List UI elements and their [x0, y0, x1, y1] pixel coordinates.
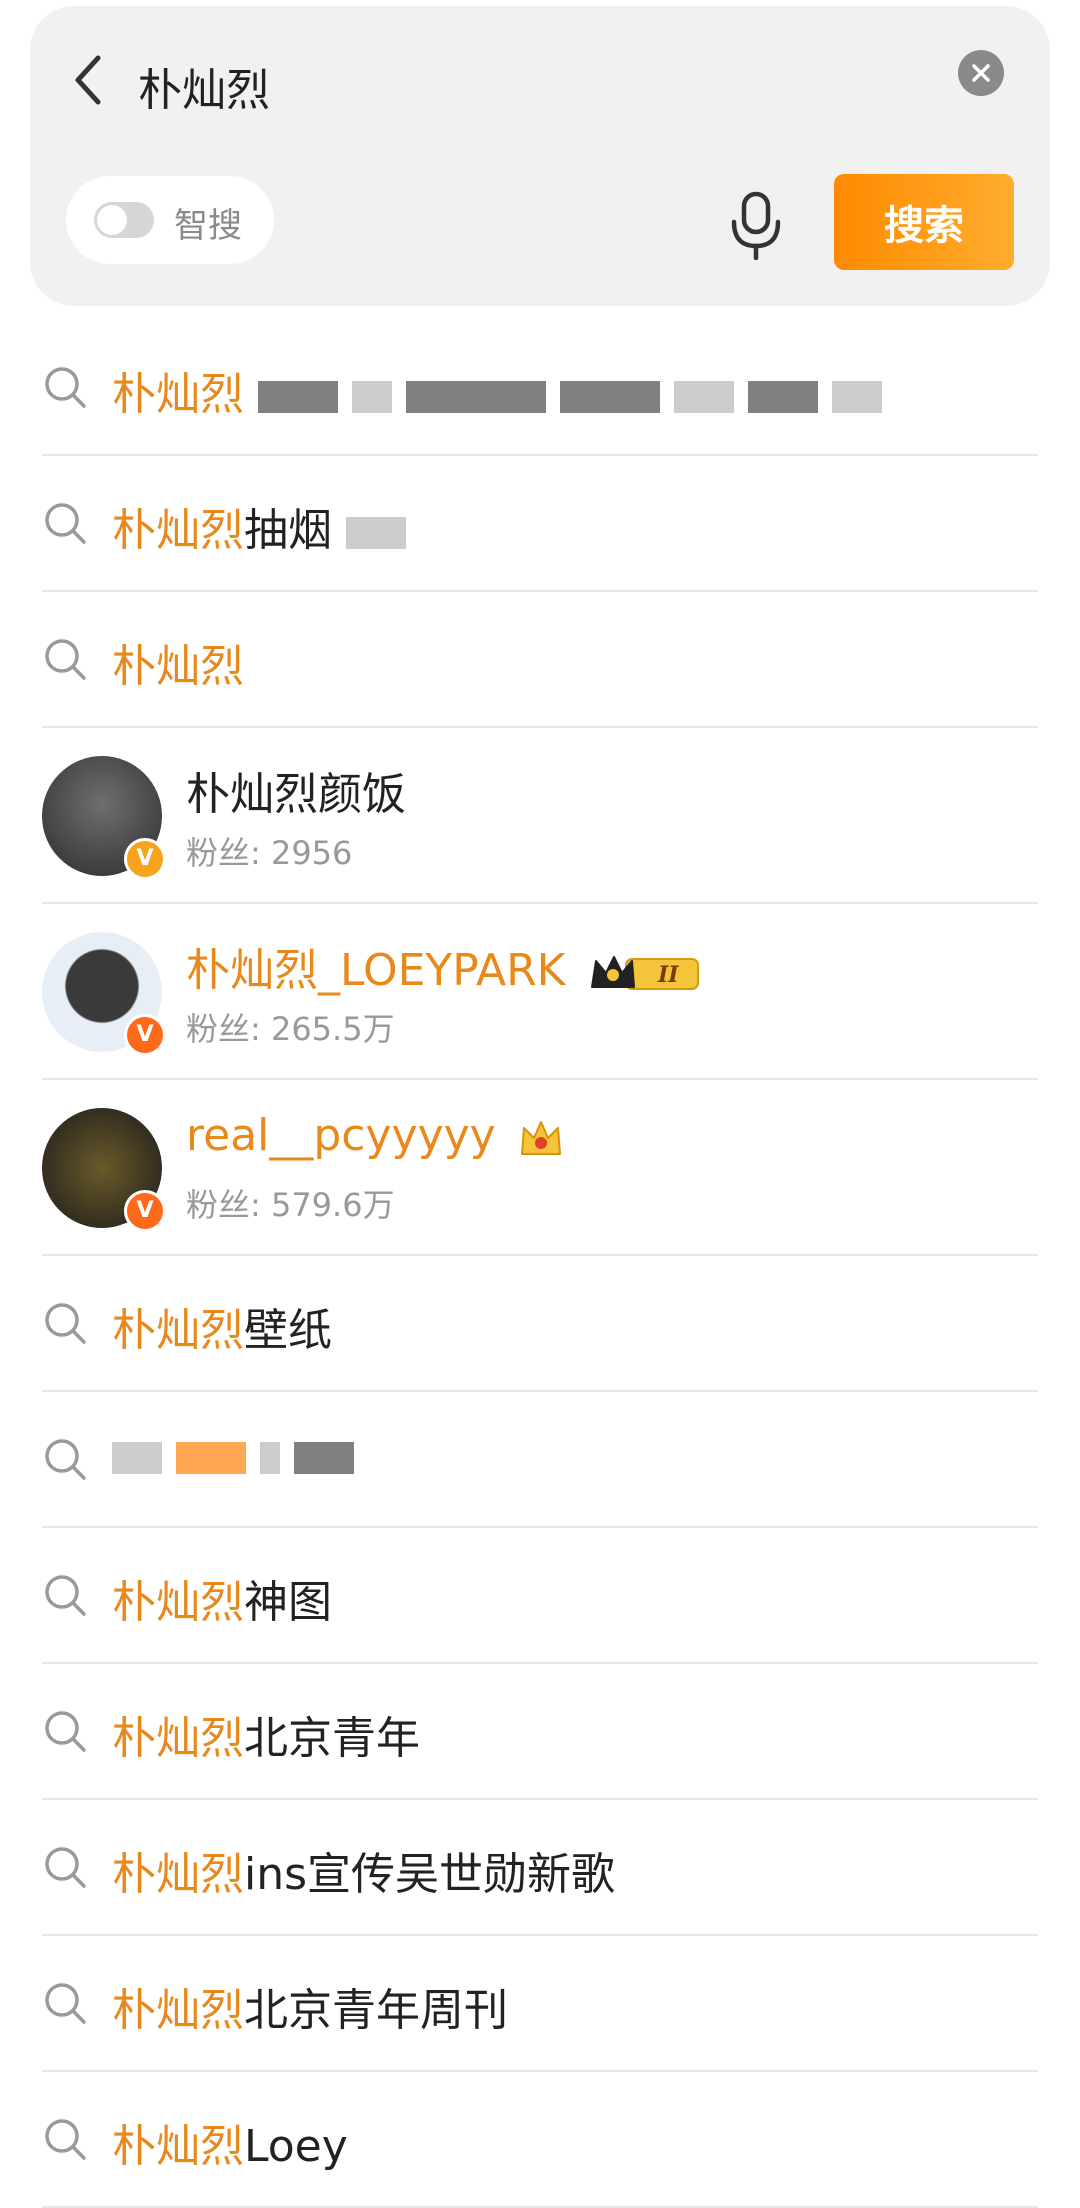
suggestion-highlight: 朴灿烈 — [112, 1985, 244, 2036]
user-result[interactable]: V 朴灿烈_LOEYPARK II 粉丝: 265.5万 — [42, 904, 1038, 1080]
smart-search-label: 智搜 — [174, 206, 242, 246]
smart-search-toggle[interactable]: 智搜 — [66, 176, 274, 264]
user-name: 朴灿烈_LOEYPARK — [186, 945, 566, 996]
user-name: real__pcyyyyy — [186, 1110, 496, 1161]
suggestion-item[interactable]: 朴灿烈ins宣传吴世勋新歌 — [42, 1800, 1038, 1936]
suggestion-list: 朴灿烈 朴灿烈抽烟 朴灿烈 V 朴灿烈颜饭 粉丝: 2956 V 朴灿烈_LOE… — [0, 320, 1080, 2208]
search-button[interactable]: 搜索 — [834, 174, 1014, 270]
suggestion-highlight: 朴灿烈 — [112, 505, 244, 556]
crown-badge-icon — [520, 1121, 561, 1155]
suggestion-highlight: 朴灿烈 — [112, 1577, 244, 1628]
redaction — [112, 1442, 162, 1474]
search-icon — [45, 639, 86, 680]
redaction — [346, 517, 406, 549]
redaction — [260, 1442, 280, 1474]
clear-search-button[interactable] — [958, 50, 1004, 96]
redaction — [294, 1442, 354, 1474]
search-icon — [45, 1711, 86, 1752]
suggestion-item[interactable] — [42, 1392, 1038, 1528]
suggestion-item[interactable]: 朴灿烈 — [42, 592, 1038, 728]
redaction — [406, 381, 546, 413]
search-header: 朴灿烈 智搜 搜索 — [30, 6, 1050, 306]
search-icon — [45, 2119, 86, 2160]
back-arrow-icon[interactable] — [64, 50, 114, 110]
suggestion-highlight: 朴灿烈 — [112, 2121, 244, 2172]
user-name: 朴灿烈颜饭 — [186, 769, 406, 820]
redaction — [560, 381, 660, 413]
suggestion-highlight: 朴灿烈 — [112, 1849, 244, 1900]
search-icon — [45, 1439, 86, 1480]
fan-count: 粉丝: 579.6万 — [186, 1186, 395, 1224]
verified-badge-icon: V — [124, 838, 166, 880]
suggestion-highlight: 朴灿烈 — [112, 641, 244, 692]
suggestion-item[interactable]: 朴灿烈壁纸 — [42, 1256, 1038, 1392]
redaction — [352, 381, 392, 413]
svg-text:II: II — [657, 962, 679, 988]
user-result[interactable]: V 朴灿烈颜饭 粉丝: 2956 — [42, 728, 1038, 904]
redaction — [176, 1442, 246, 1474]
crown-level-badge-icon: II — [590, 956, 699, 990]
redaction — [258, 381, 338, 413]
verified-badge-icon: V — [124, 1190, 166, 1232]
suggestion-item[interactable]: 朴灿烈抽烟 — [42, 456, 1038, 592]
suggestion-highlight: 朴灿烈 — [112, 1713, 244, 1764]
fan-count: 粉丝: 265.5万 — [186, 1010, 395, 1048]
search-icon — [45, 503, 86, 544]
fan-count: 粉丝: 2956 — [186, 834, 353, 872]
suggestion-highlight: 朴灿烈 — [112, 369, 244, 420]
verified-badge-icon: V — [124, 1014, 166, 1056]
microphone-icon[interactable] — [726, 190, 786, 260]
search-icon — [45, 1303, 86, 1344]
search-query-input[interactable]: 朴灿烈 — [138, 54, 270, 118]
toggle-switch[interactable] — [94, 202, 154, 238]
redaction — [832, 381, 882, 413]
avatar[interactable]: V — [42, 756, 166, 880]
search-icon — [45, 1847, 86, 1888]
close-icon — [972, 64, 990, 82]
redaction — [674, 381, 734, 413]
user-result[interactable]: V real__pcyyyyy 粉丝: 579.6万 — [42, 1080, 1038, 1256]
search-icon — [45, 1575, 86, 1616]
suggestion-item[interactable]: 朴灿烈北京青年周刊 — [42, 1936, 1038, 2072]
suggestion-highlight: 朴灿烈 — [112, 1305, 244, 1356]
search-icon — [45, 1983, 86, 2024]
suggestion-item[interactable]: 朴灿烈 — [42, 320, 1038, 456]
suggestion-item[interactable]: 朴灿烈北京青年 — [42, 1664, 1038, 1800]
avatar[interactable]: V — [42, 932, 166, 1056]
suggestion-item[interactable]: 朴灿烈神图 — [42, 1528, 1038, 1664]
search-icon — [45, 367, 86, 408]
avatar[interactable]: V — [42, 1108, 166, 1232]
redaction — [748, 381, 818, 413]
suggestion-item[interactable]: 朴灿烈Loey — [42, 2072, 1038, 2208]
